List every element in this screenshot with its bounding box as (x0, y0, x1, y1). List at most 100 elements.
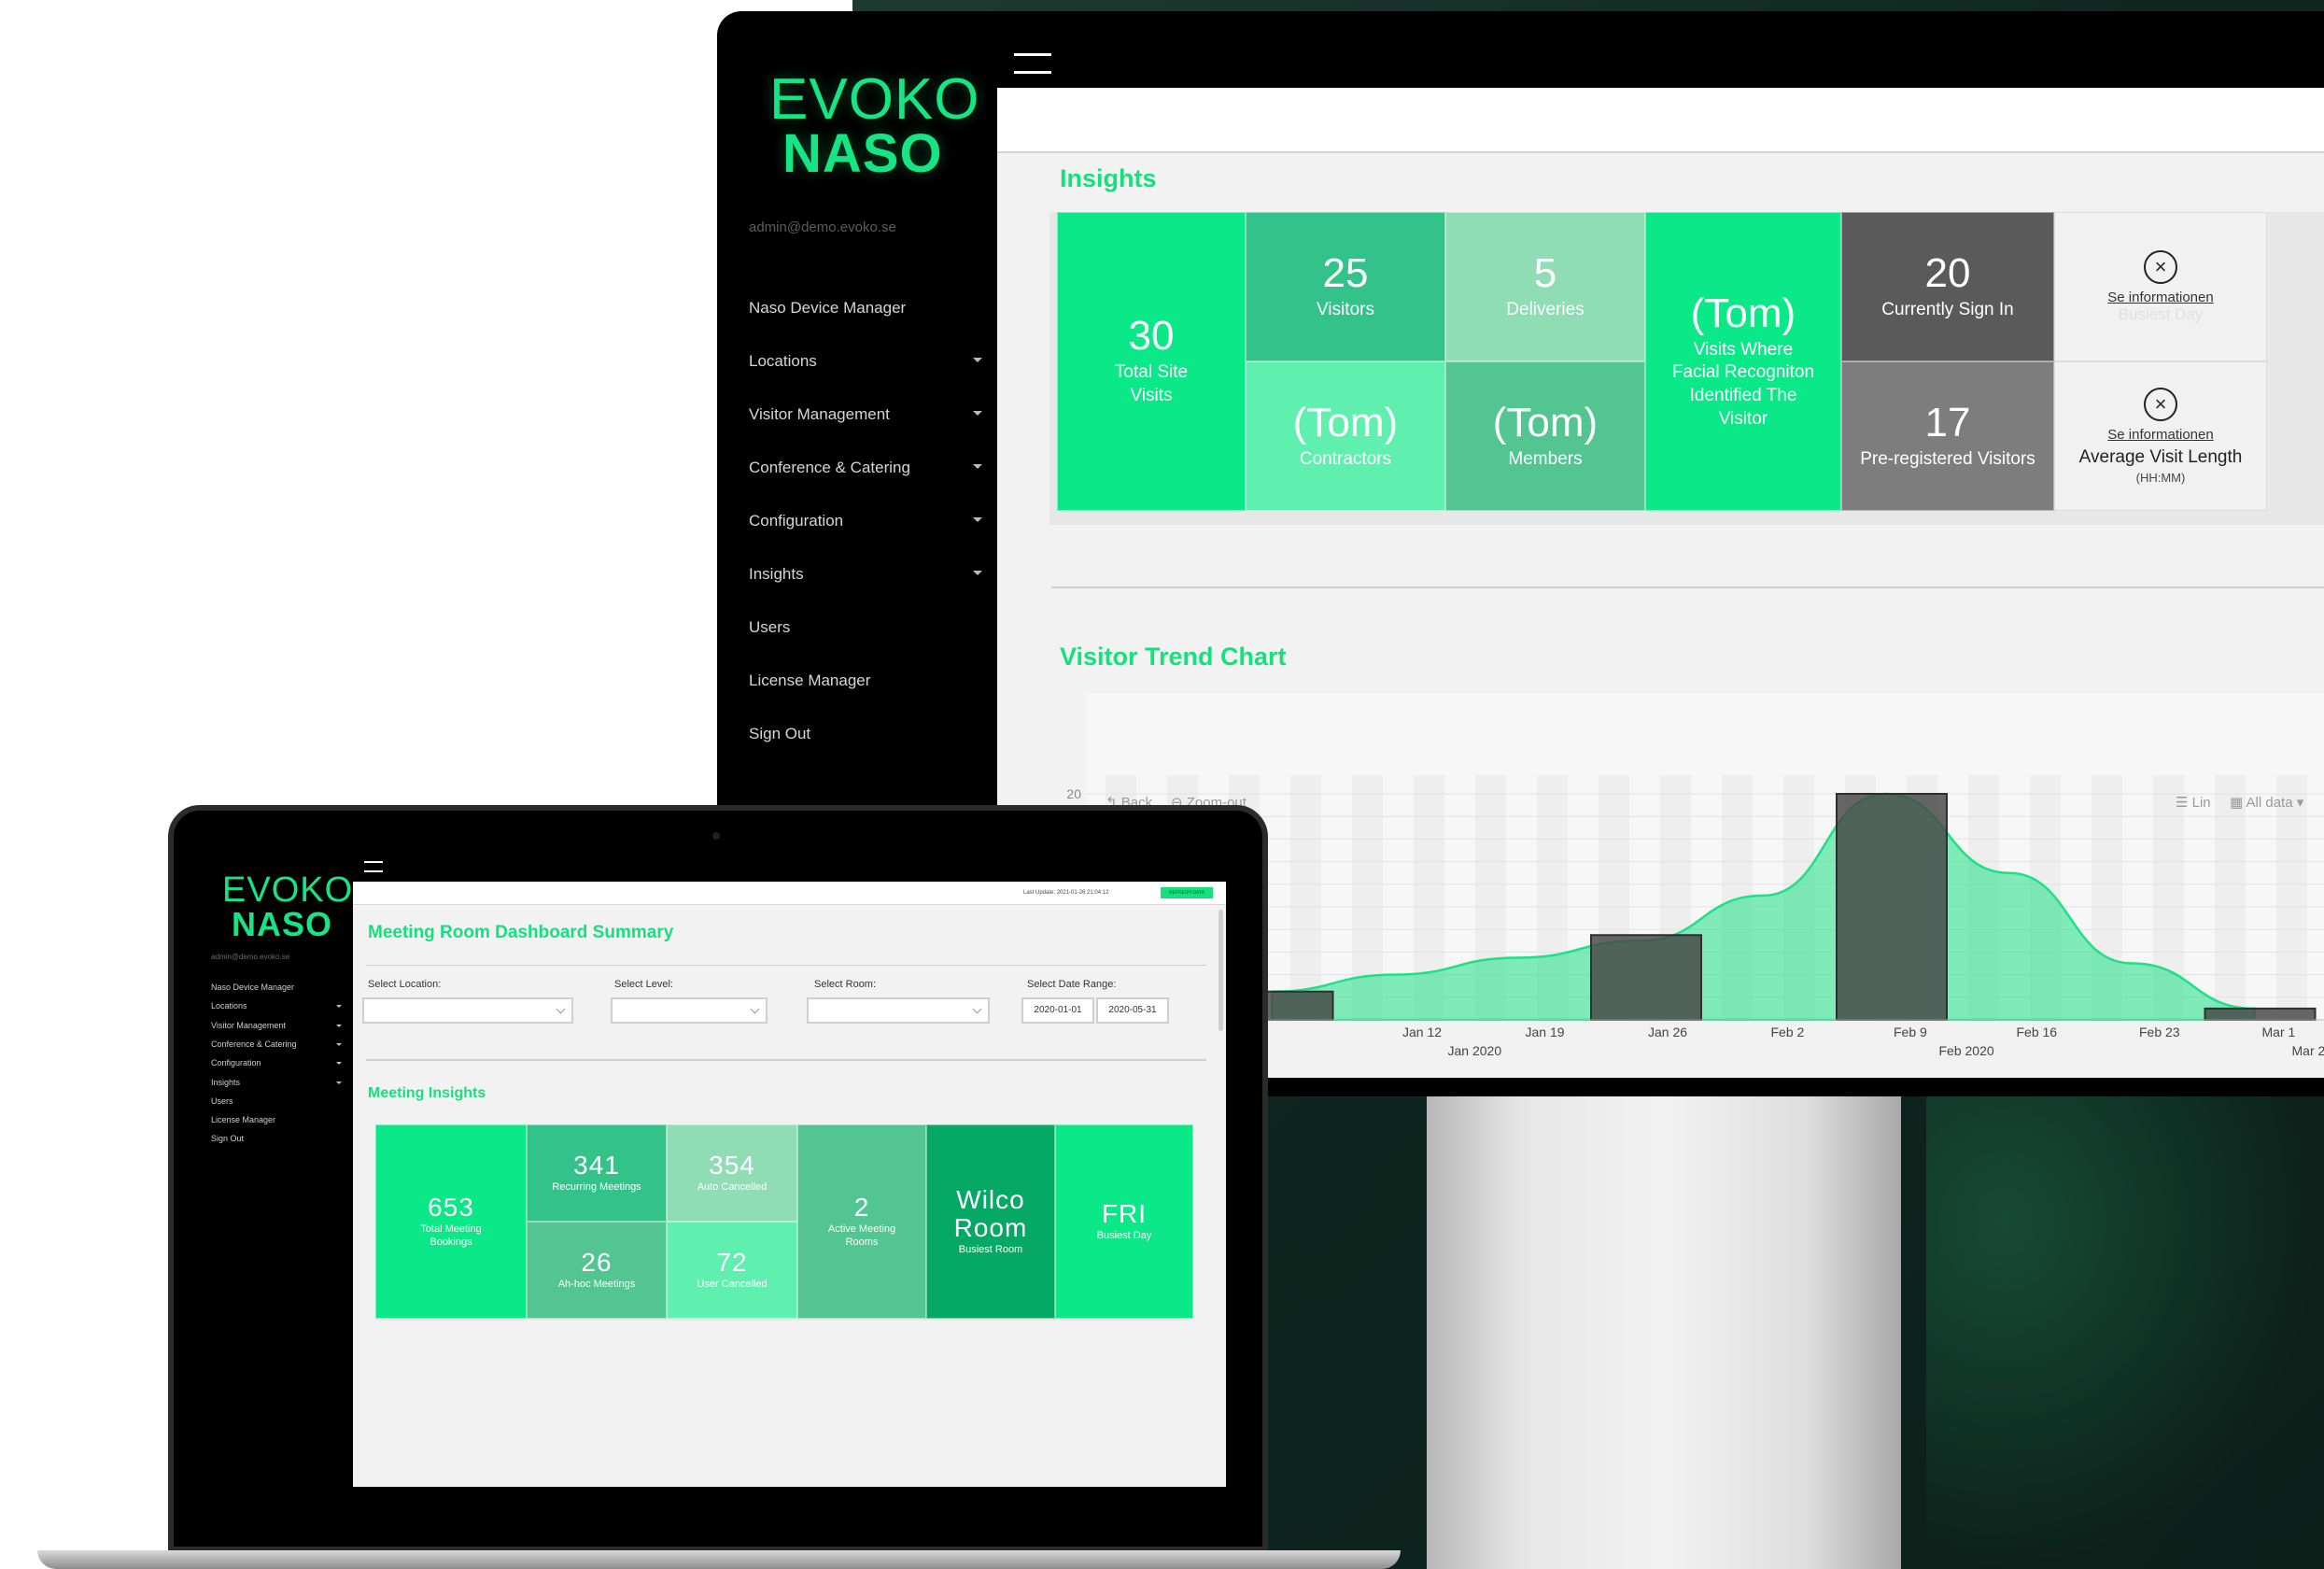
nav-item-label: Visitor Management (211, 1020, 286, 1030)
x-tick-label: Feb 9 (1894, 1025, 1927, 1039)
tile-value: (Tom) (1690, 290, 1796, 336)
nav-item-users[interactable]: Users (211, 1096, 342, 1106)
laptop-sidebar: EVOKO NASO admin@demo.evoko.se Naso Devi… (187, 859, 353, 1513)
tile-value: 30 (1128, 313, 1175, 360)
nav-item-naso-device-manager[interactable]: Naso Device Manager (211, 982, 342, 992)
nav-item-label: Insights (211, 1077, 241, 1087)
tile-value: 354 (709, 1150, 755, 1180)
nav-item-locations[interactable]: Locations (749, 352, 982, 371)
tile-busiest-day[interactable]: × Se informationen Busiest Day (2054, 212, 2267, 361)
lin-label: Lin (2191, 795, 2211, 811)
tile-label: Members (1508, 448, 1583, 469)
all-data-label: All data (2246, 795, 2293, 811)
tile-label: User Cancelled (697, 1279, 768, 1291)
tile-currently-signed-in[interactable]: 20 Currently Sign In (1841, 212, 2054, 361)
chevron-down-icon (972, 1004, 982, 1014)
nav-item-license-manager[interactable]: License Manager (749, 671, 982, 690)
last-update: Last Update: 2021-01-26 21:04:12 (1023, 890, 1109, 896)
caret-down-icon (336, 1042, 342, 1046)
nav-item-configuration[interactable]: Configuration (749, 512, 982, 530)
tile-contractors[interactable]: (Tom) Contractors (1246, 361, 1445, 511)
room-select[interactable] (807, 997, 990, 1024)
tile-label: Busiest Room (958, 1244, 1023, 1256)
level-select[interactable] (611, 997, 768, 1024)
user-email: admin@demo.evoko.se (211, 953, 290, 961)
tile-value: 5 (1533, 249, 1557, 296)
tile-label: Busiest Day (2118, 304, 2204, 323)
info-link[interactable]: Se informationen (2107, 290, 2213, 305)
x-tick-label: Jan 26 (1648, 1025, 1687, 1039)
caret-down-icon (336, 1024, 342, 1027)
nav-item-label: Naso Device Manager (211, 982, 295, 992)
tile-average-visit-length[interactable]: × Se informationen Average Visit Length … (2054, 361, 2267, 511)
location-select[interactable] (362, 997, 573, 1024)
info-link[interactable]: Se informationen (2107, 427, 2213, 443)
tile-label: Busiest Day (1096, 1230, 1152, 1242)
nav-item-naso-device-manager[interactable]: Naso Device Manager (749, 299, 982, 318)
tile-value: 26 (581, 1247, 613, 1277)
nav-item-insights[interactable]: Insights (749, 565, 982, 584)
tile-facial-recognition[interactable]: (Tom) Visits Where Facial Recogniton Ide… (1645, 212, 1841, 511)
tile-deliveries[interactable]: 5 Deliveries (1445, 212, 1645, 361)
scrollbar[interactable] (1218, 910, 1223, 1031)
tile-value: 20 (1924, 249, 1971, 296)
hamburger-menu-icon[interactable] (1014, 53, 1051, 74)
nav-item-insights[interactable]: Insights (211, 1078, 342, 1087)
x-tick-label: Jan 19 (1526, 1025, 1565, 1039)
tile-label: Average Visit Length (2078, 446, 2243, 467)
tile-value: 2 (853, 1193, 870, 1223)
top-bar: Last Update: 2021-01-26 21:04:12 REFRESH… (353, 882, 1226, 905)
refresh-button[interactable]: REFRESH DATA (1161, 887, 1213, 898)
tile-label: Total Meeting Bookings (420, 1223, 482, 1249)
logo-top: EVOKO (222, 870, 354, 910)
logo-top: EVOKO (769, 67, 980, 132)
tile-total-site-visits[interactable]: 30 Total Site Visits (1057, 212, 1246, 511)
tile-total-bookings[interactable]: 653 Total Meeting Bookings (375, 1124, 527, 1319)
date-from-input[interactable]: 2020-01-01 (1021, 997, 1094, 1024)
hamburger-menu-icon[interactable] (364, 861, 383, 872)
tile-preregistered[interactable]: 17 Pre-registered Visitors (1841, 361, 2054, 511)
nav-item-sign-out[interactable]: Sign Out (749, 725, 982, 743)
tile-adhoc[interactable]: 26 Ah-hoc Meetings (527, 1222, 667, 1319)
tile-members[interactable]: (Tom) Members (1445, 361, 1645, 511)
tile-user-cancelled[interactable]: 72 User Cancelled (667, 1222, 797, 1319)
tile-auto-cancelled[interactable]: 354 Auto Cancelled (667, 1124, 797, 1222)
bar (2204, 1007, 2317, 1021)
caret-down-icon (336, 1081, 342, 1084)
nav-item-visitor-management[interactable]: Visitor Management (749, 405, 982, 424)
tile-visitors[interactable]: 25 Visitors (1246, 212, 1445, 361)
tile-sublabel: (HH:MM) (2135, 471, 2186, 486)
caret-down-icon (973, 464, 982, 469)
meeting-insights-title: Meeting Insights (368, 1085, 486, 1101)
tile-label: Deliveries (1506, 299, 1585, 319)
nav-item-users[interactable]: Users (749, 618, 982, 637)
tile-label: Contractors (1299, 448, 1392, 469)
nav-item-configuration[interactable]: Configuration (211, 1058, 342, 1067)
tile-recurring[interactable]: 341 Recurring Meetings (527, 1124, 667, 1222)
chart-stripe (2215, 775, 2246, 1020)
chart-all-data-dropdown[interactable]: ▦ All data ▾ (2230, 794, 2303, 811)
nav-item-locations[interactable]: Locations (211, 1001, 342, 1011)
nav-item-sign-out[interactable]: Sign Out (211, 1134, 342, 1143)
date-to-input[interactable]: 2020-05-31 (1096, 997, 1169, 1024)
top-bar (997, 88, 2324, 153)
insight-tiles: 30 Total Site Visits 25 Visitors 5 Deliv… (1049, 212, 2324, 525)
logo-bottom: NASO (782, 123, 943, 184)
nav-item-conference-catering[interactable]: Conference & Catering (749, 459, 982, 477)
nav-item-license-manager[interactable]: License Manager (211, 1115, 342, 1124)
tile-busiest-room[interactable]: Wilco Room Busiest Room (926, 1124, 1055, 1319)
caret-down-icon (336, 1005, 342, 1009)
nav-item-conference-catering[interactable]: Conference & Catering (211, 1039, 342, 1049)
nav-item-label: Visitor Management (749, 405, 890, 423)
chart-lin-button[interactable]: ☰ Lin (2176, 794, 2211, 811)
evoko-naso-logo: EVOKO NASO (769, 71, 980, 181)
page-title: Meeting Room Dashboard Summary (368, 923, 674, 942)
x-group-label: Feb 2020 (1939, 1043, 1994, 1058)
nav-item-label: Users (749, 618, 791, 636)
x-tick-label: Feb 2 (1771, 1025, 1805, 1039)
nav-item-visitor-management[interactable]: Visitor Management (211, 1021, 342, 1030)
tile-busiest-day[interactable]: FRI Busiest Day (1055, 1124, 1193, 1319)
nav-item-label: Locations (749, 352, 817, 370)
tile-active-rooms[interactable]: 2 Active Meeting Rooms (797, 1124, 926, 1319)
section-divider (1051, 587, 2324, 588)
